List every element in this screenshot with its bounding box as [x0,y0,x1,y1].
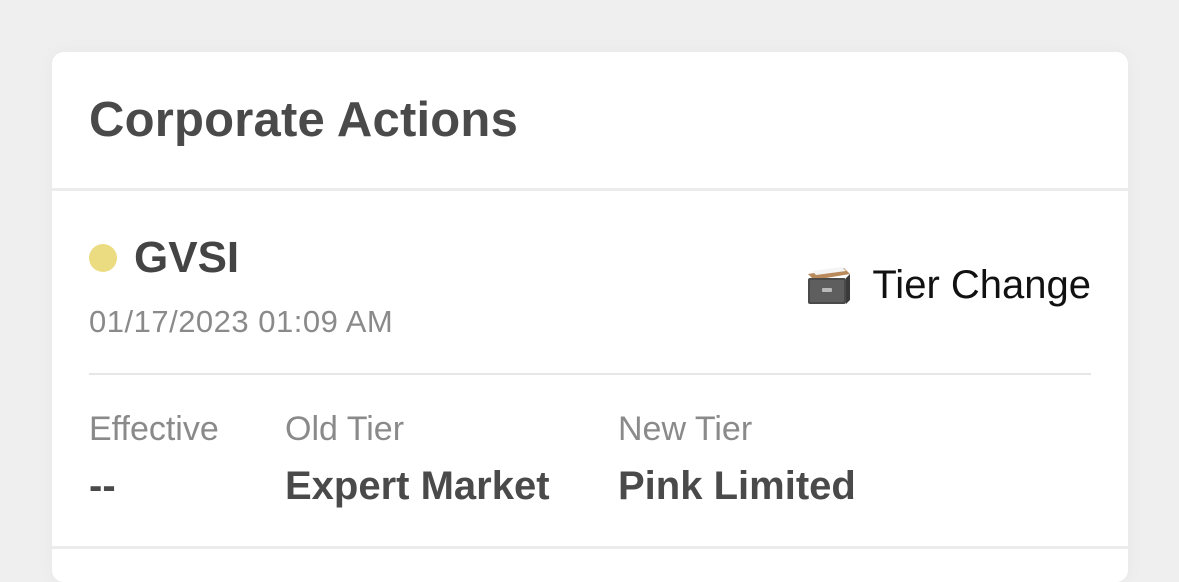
old-tier-field: Old Tier Expert Market [285,409,550,509]
item-divider [89,373,1091,375]
effective-label: Effective [89,410,219,448]
action-type-label: Tier Change [872,263,1091,307]
section-title: Corporate Actions [89,93,519,147]
file-cabinet-icon [804,266,852,306]
effective-value: -- [89,464,116,508]
new-tier-label: New Tier [618,410,753,448]
old-tier-label: Old Tier [285,410,405,448]
list-divider [52,546,1128,549]
ticker-symbol[interactable]: GVSI [134,233,239,283]
card-header: Corporate Actions [52,52,1128,191]
effective-field: Effective -- [89,409,219,509]
status-dot [89,244,117,272]
action-type: Tier Change [804,263,1091,308]
corporate-action-item[interactable]: GVSI 01/17/2023 01:09 AM Tier Change Eff… [52,191,1128,546]
new-tier-field: New Tier Pink Limited [618,409,856,509]
new-tier-value: Pink Limited [618,464,856,508]
action-timestamp: 01/17/2023 01:09 AM [89,304,394,339]
old-tier-value: Expert Market [285,464,550,508]
corporate-actions-card: Corporate Actions GVSI 01/17/2023 01:09 … [52,52,1128,582]
